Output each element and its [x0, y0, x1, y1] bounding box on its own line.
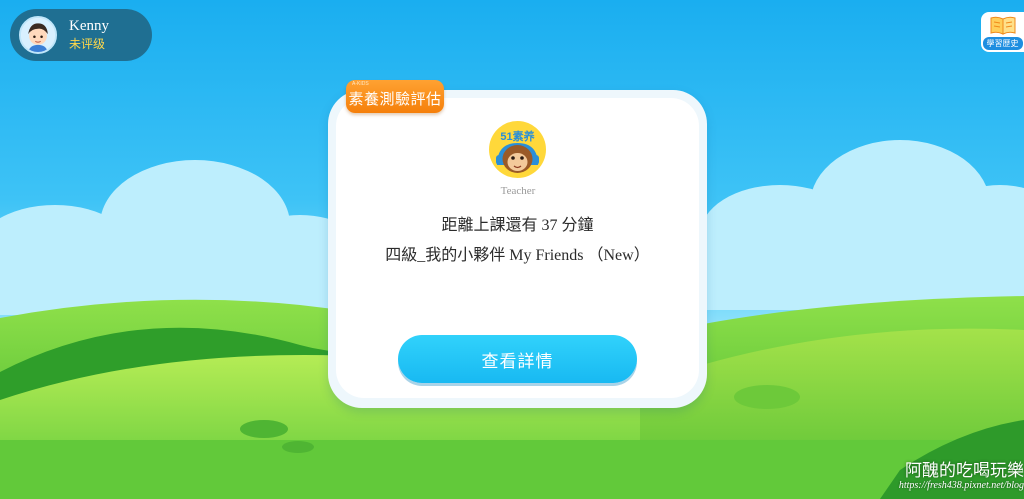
teacher-logo-text: 51素养 [500, 129, 535, 143]
watermark-url: https://fresh438.pixnet.net/blog [898, 480, 1024, 491]
learning-history-label: 學習歷史 [982, 37, 1023, 50]
user-name: Kenny [69, 18, 109, 35]
view-details-button[interactable]: 查看詳情 [398, 335, 637, 383]
boy-avatar-icon [21, 18, 55, 52]
assessment-tag-mini: A-KIDS [352, 81, 369, 87]
lesson-title: 四級_我的小夥伴 My Friends （New） [385, 247, 650, 264]
user-level: 未评级 [69, 36, 106, 51]
user-avatar [19, 16, 57, 54]
teacher-logo-icon: 51素养 [489, 121, 546, 178]
assessment-tag-label: 素養測驗評估 [348, 91, 442, 108]
cloud-right [700, 140, 1024, 310]
learning-history-button[interactable]: 學習歷史 [981, 12, 1024, 52]
cloud-left [0, 160, 380, 315]
class-countdown: 距離上課還有 37 分鐘 [441, 217, 594, 234]
open-book-icon [990, 16, 1015, 35]
user-profile-pill[interactable]: Kenny 未评级 [10, 9, 152, 61]
watermark-text: 阿醜的吃喝玩樂 [905, 461, 1024, 480]
teacher-label: Teacher [500, 185, 536, 197]
assessment-tag: A-KIDS 素養測驗評估 [346, 80, 444, 113]
